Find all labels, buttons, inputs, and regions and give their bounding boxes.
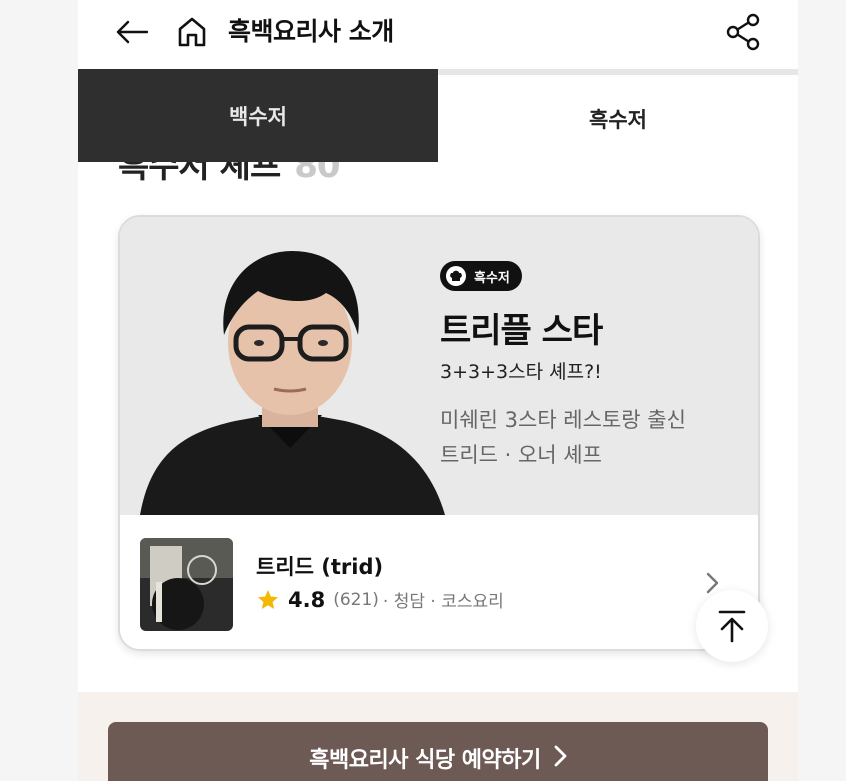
chef-description: 미쉐린 3스타 레스토랑 출신 트리드 · 오너 셰프: [440, 403, 686, 473]
spoon-badge: 흑수저: [440, 261, 522, 291]
share-button[interactable]: [725, 13, 761, 51]
chef-photo: [140, 251, 445, 515]
tab-black-spoon[interactable]: 흑수저: [438, 75, 798, 162]
app-frame: 흑수저 셰프 80 흑백요리사 소개 백수저 흑수저 흑수저 트리플 스타 3+…: [78, 0, 798, 781]
arrow-up-to-top-icon: [718, 610, 746, 643]
share-icon: [726, 13, 760, 51]
review-count: (621): [333, 589, 379, 610]
chef-name: 트리플 스타: [440, 311, 603, 351]
chef-hat-icon: [446, 266, 466, 286]
rating-value: 4.8: [288, 587, 326, 612]
reserve-button[interactable]: 흑백요리사 식당 예약하기: [108, 722, 768, 781]
tab-bar: 백수저 흑수저: [78, 69, 798, 162]
chef-card[interactable]: 흑수저 트리플 스타 3+3+3스타 셰프?! 미쉐린 3스타 레스토랑 출신 …: [118, 215, 760, 651]
tab-white-spoon[interactable]: 백수저: [78, 69, 438, 162]
chef-desc-line2: 트리드 · 오너 셰프: [440, 443, 602, 467]
restaurant-name: 트리드 (trid): [256, 555, 384, 579]
chevron-right-icon: [554, 745, 567, 767]
restaurant-row[interactable]: 트리드 (trid) 4.8 (621) · 청담 · 코스요리: [120, 515, 758, 649]
badge-label: 흑수저: [474, 270, 510, 286]
home-button[interactable]: [174, 14, 210, 50]
chef-hero: 흑수저 트리플 스타 3+3+3스타 셰프?! 미쉐린 3스타 레스토랑 출신 …: [120, 217, 758, 515]
home-icon: [178, 17, 206, 47]
reserve-button-label: 흑백요리사 식당 예약하기: [309, 748, 541, 773]
arrow-left-icon: [116, 20, 149, 44]
page-title: 흑백요리사 소개: [228, 17, 394, 46]
star-icon: [258, 589, 278, 609]
chef-desc-line1: 미쉐린 3스타 레스토랑 출신: [440, 408, 686, 432]
top-header: 흑백요리사 소개: [78, 0, 798, 70]
scroll-to-top-button[interactable]: [696, 590, 768, 662]
chef-tagline: 3+3+3스타 셰프?!: [440, 361, 602, 383]
restaurant-meta: · 청담 · 코스요리: [382, 592, 504, 612]
back-button[interactable]: [114, 14, 150, 50]
restaurant-thumbnail: [140, 538, 233, 631]
rating-row: 4.8 (621) · 청담 · 코스요리: [256, 587, 504, 612]
